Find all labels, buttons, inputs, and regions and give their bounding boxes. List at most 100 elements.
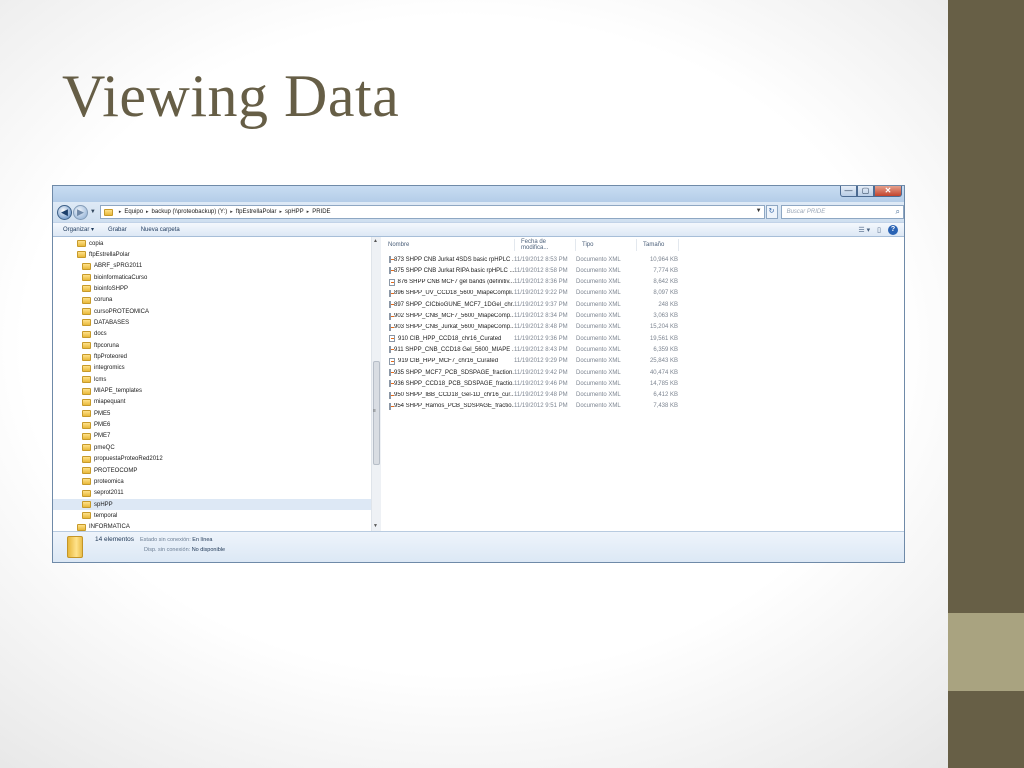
tree-item[interactable]: temporal	[82, 510, 117, 521]
address-dropdown-icon[interactable]: ▼	[756, 208, 762, 214]
breadcrumb-separator: ▸	[146, 209, 149, 215]
tree-item[interactable]: coruna	[82, 295, 112, 306]
new-folder-button[interactable]: Nueva carpeta	[141, 227, 180, 233]
tree-item[interactable]: ABRF_sPRG2011	[82, 261, 142, 272]
scroll-grip-icon: ≡	[373, 408, 376, 414]
folder-icon	[82, 387, 91, 395]
breadcrumb-equipo[interactable]: Equipo	[124, 209, 143, 215]
tree-item[interactable]: ftpProteored	[82, 352, 127, 363]
file-type: Documento XML	[576, 369, 621, 376]
tree-item[interactable]: PROTEOCOMP	[82, 465, 137, 476]
file-row[interactable]: 950 SHPP_IBB_CCD18_Gel-1D_chr16_cur... 11…	[389, 390, 678, 401]
close-button[interactable]: ✕	[874, 186, 902, 197]
tree-item-label: MIAPE_templates	[94, 388, 143, 395]
tree-item-label: ABRF_sPRG2011	[94, 263, 143, 270]
tree-item[interactable]: proteomica	[82, 476, 124, 487]
burn-button[interactable]: Grabar	[108, 227, 127, 233]
tree-item[interactable]: spHPP	[53, 499, 371, 511]
file-type: Documento XML	[576, 290, 621, 297]
view-options-icon[interactable]: ☰ ▾	[858, 226, 870, 234]
tree-item[interactable]: cursoPROTEOMICA	[82, 306, 149, 317]
column-header-name[interactable]: Nombre	[382, 239, 515, 251]
file-row[interactable]: 954 SHPP_Ramos_PCB_SDSPAGE_fractio... 11/…	[389, 401, 678, 412]
column-header-date[interactable]: Fecha de modifica...	[515, 239, 576, 251]
help-icon[interactable]: ?	[888, 225, 898, 235]
nav-scrollbar[interactable]: ▲ ≡ ▼	[371, 237, 381, 531]
refresh-button[interactable]: ↻	[765, 205, 778, 219]
organize-button[interactable]: Organizar ▾	[63, 226, 94, 233]
decorative-side-accent	[948, 613, 1024, 691]
back-button[interactable]: ◀	[57, 204, 72, 220]
file-type: Documento XML	[576, 313, 621, 319]
file-row[interactable]: 919 CIB_HPP_MCF7_chr16_Curated 11/19/2012…	[389, 356, 678, 367]
tree-item[interactable]: DATABASES	[82, 317, 129, 328]
file-row[interactable]: 936 SHPP_CCD18_PCB_SDSPAGE_fractio... 11/…	[389, 378, 678, 389]
file-row[interactable]: 873 SHPP CNB Jurkat 4SDS basic rpHPLC ..…	[389, 254, 678, 265]
xml-file-icon	[389, 369, 394, 376]
preview-pane-icon[interactable]: ▯	[877, 226, 881, 234]
breadcrumb-separator: ▸	[279, 209, 282, 215]
offline-availability-label: Disp. sin conexión:	[144, 547, 191, 553]
tree-item[interactable]: pmeQC	[82, 442, 115, 453]
search-input[interactable]: Buscar PRIDE ⌕	[780, 205, 904, 219]
tree-item[interactable]: ftpEstrellaPolar	[77, 249, 130, 260]
file-type: Documento XML	[576, 392, 621, 399]
column-header-type[interactable]: Tipo	[576, 239, 637, 251]
tree-item[interactable]: ftpcoruna	[82, 340, 119, 351]
maximize-button[interactable]: ▢	[857, 186, 874, 197]
breadcrumb-pride[interactable]: PRIDE	[312, 209, 330, 215]
xml-file-icon	[389, 256, 394, 263]
tree-item[interactable]: lcms	[82, 374, 106, 385]
breadcrumb-backup[interactable]: backup (\\proteobackup) (Y:)	[152, 209, 228, 215]
file-row[interactable]: 935 SHPP_MCF7_PCB_SDSPAGE_fraction... 11/…	[389, 367, 678, 378]
tree-item[interactable]: copia	[77, 238, 103, 249]
tree-item[interactable]: integromics	[82, 363, 125, 374]
tree-item-label: seprot2011	[94, 490, 124, 497]
tree-item-label: copia	[89, 240, 104, 247]
tree-item[interactable]: PME7	[82, 431, 110, 442]
file-row[interactable]: 910 CIB_HPP_CCD18_chr16_Curated 11/19/201…	[389, 333, 678, 344]
window-titlebar[interactable]: — ▢ ✕	[53, 186, 904, 202]
scroll-down-icon[interactable]: ▼	[373, 523, 378, 529]
xml-file-icon	[389, 380, 394, 388]
file-name-text: 911 SHPP_CNB_CCD18 Gel_5600_MIAPE ...	[394, 346, 514, 353]
tree-item[interactable]: PME6	[82, 420, 110, 431]
file-row[interactable]: 876 SHPP CNB MCF7 gel bands (definitiv..…	[389, 277, 678, 288]
minimize-button[interactable]: —	[840, 186, 857, 197]
file-row[interactable]: 902 SHPP_CNB_MCF7_5600_MiapeComp... 11/19…	[389, 311, 678, 322]
breadcrumb-sphpp[interactable]: spHPP	[285, 209, 304, 215]
tree-item[interactable]: miapequant	[82, 397, 125, 408]
recent-pages-dropdown[interactable]: ▼	[90, 209, 96, 215]
breadcrumb-ftpestrellapolar[interactable]: ftpEstrellaPolar	[236, 209, 277, 215]
tree-item[interactable]: bioinfoSHPP	[82, 283, 128, 294]
tree-item[interactable]: PME5	[82, 408, 110, 419]
tree-item[interactable]: docs	[82, 329, 107, 340]
xml-file-icon	[389, 391, 394, 399]
file-row[interactable]: 896 SHPP_UV_CCD18_5600_MiapeCompli... 11/…	[389, 288, 678, 299]
file-name-text: 876 SHPP CNB MCF7 gel bands (definitiv..…	[397, 279, 515, 286]
file-row[interactable]: 897 SHPP_CICbioGUNE_MCF7_1DGel_chr... 11/…	[389, 299, 678, 310]
tree-item-label: ftpEstrellaPolar	[89, 251, 130, 258]
search-icon[interactable]: ⌕	[896, 207, 900, 217]
tree-item[interactable]: MIAPE_templates	[82, 386, 142, 397]
file-row[interactable]: 911 SHPP_CNB_CCD18 Gel_5600_MIAPE ... 11/…	[389, 344, 678, 355]
file-size: 40,474 KB	[649, 369, 678, 376]
file-row[interactable]: 875 SHPP CNB Jurkat RIPA basic rpHPLC ..…	[389, 265, 678, 276]
folder-icon	[82, 319, 91, 327]
tree-item[interactable]: seprot2011	[82, 488, 124, 499]
breadcrumb-separator: ▸	[306, 209, 310, 215]
address-bar[interactable]: ▸ Equipo ▸ backup (\\proteobackup) (Y:) …	[99, 205, 765, 219]
tree-item-label: DATABASES	[94, 319, 130, 326]
file-name-text: 954 SHPP_Ramos_PCB_SDSPAGE_fractio...	[394, 403, 514, 410]
column-header-size[interactable]: Tamaño	[637, 239, 679, 251]
file-name: 897 SHPP_CICbioGUNE_MCF7_1DGel_chr...	[389, 301, 514, 309]
file-list-pane: Nombre Fecha de modifica... Tipo Tamaño …	[382, 237, 904, 531]
tree-item[interactable]: propuestaProteoRed2012	[82, 454, 163, 465]
file-row[interactable]: 903 SHPP_CNB_Jurkat_5600_MiapeComp... 11/…	[389, 322, 678, 333]
scroll-up-icon[interactable]: ▲	[373, 238, 378, 244]
folder-icon	[77, 523, 86, 531]
file-type: Documento XML	[576, 324, 621, 331]
forward-button[interactable]: ▶	[72, 204, 88, 220]
tree-item[interactable]: bioinformaticaCurso	[82, 272, 147, 283]
file-date: 11/19/2012 9:37 PM	[514, 301, 568, 308]
